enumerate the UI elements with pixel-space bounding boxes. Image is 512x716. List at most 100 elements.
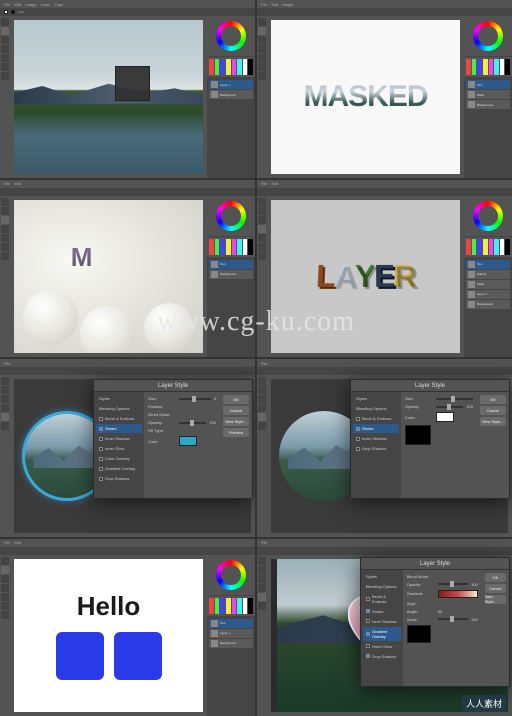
- opacity-slider[interactable]: [179, 422, 206, 424]
- ls-blending[interactable]: Blending Options: [96, 404, 142, 413]
- brush-tool[interactable]: [1, 54, 9, 62]
- ok-button[interactable]: OK: [480, 395, 506, 404]
- color-panel[interactable]: [207, 16, 255, 56]
- masked-text-layer[interactable]: MASKED: [303, 80, 427, 114]
- layer-row[interactable]: Layer 1: [466, 290, 510, 299]
- swatches-panel[interactable]: [464, 237, 512, 257]
- menu-item[interactable]: File: [261, 361, 267, 366]
- fg-swatch[interactable]: [4, 10, 8, 14]
- menu-item[interactable]: Layer: [40, 2, 50, 7]
- ls-inner-glow[interactable]: Inner Glow: [96, 444, 142, 453]
- menubar[interactable]: File Edit: [0, 539, 255, 547]
- layer-row[interactable]: Mask: [466, 280, 510, 289]
- blue-rect-1[interactable]: [56, 632, 104, 680]
- size-slider[interactable]: [436, 398, 473, 400]
- ls-stroke[interactable]: Stroke: [96, 424, 142, 433]
- ls-color-overlay[interactable]: Color Overlay: [96, 454, 142, 463]
- layers-panel[interactable]: Text Effects Mask Layer 1 Background: [464, 258, 512, 358]
- swatches-panel[interactable]: [207, 237, 255, 257]
- tools-panel[interactable]: [257, 16, 267, 178]
- tools-panel[interactable]: [0, 196, 10, 358]
- color-panel[interactable]: [464, 196, 512, 236]
- menu-item[interactable]: Edit: [271, 2, 278, 7]
- cancel-button[interactable]: Cancel: [480, 406, 506, 415]
- menu-item[interactable]: File: [261, 540, 267, 545]
- tools-panel[interactable]: [257, 375, 267, 537]
- layer-row[interactable]: Background: [209, 270, 253, 279]
- contour-preview[interactable]: [405, 425, 431, 445]
- options-bar[interactable]: [0, 547, 255, 555]
- ls-stroke[interactable]: Stroke: [363, 607, 401, 616]
- options-bar[interactable]: [257, 547, 512, 555]
- menu-item[interactable]: File: [4, 361, 10, 366]
- layer-row[interactable]: Background: [209, 639, 253, 648]
- cancel-button[interactable]: Cancel: [485, 584, 506, 593]
- blue-rect-2[interactable]: [114, 632, 162, 680]
- layer-style-dialog[interactable]: Layer Style Styles Blending Options Beve…: [360, 557, 510, 687]
- contour-preview[interactable]: [407, 625, 431, 643]
- layer-row[interactable]: Text: [209, 619, 253, 628]
- options-bar[interactable]: [257, 367, 512, 375]
- histogram-popup[interactable]: [115, 66, 150, 101]
- menubar[interactable]: File: [257, 539, 512, 547]
- layer-row[interactable]: Layer 1: [209, 80, 253, 89]
- effects-sidebar[interactable]: Styles Blending Options Bevel & Emboss S…: [94, 392, 144, 498]
- swatches-panel[interactable]: [207, 596, 255, 616]
- scale-slider[interactable]: [438, 618, 468, 620]
- lasso-tool[interactable]: [1, 36, 9, 44]
- menu-item[interactable]: Image: [25, 2, 36, 7]
- opacity-slider[interactable]: [438, 583, 468, 585]
- color-swatch[interactable]: [436, 412, 454, 422]
- layer-style-dialog[interactable]: Layer Style Styles Blending Options Beve…: [350, 379, 510, 499]
- menubar[interactable]: File: [257, 359, 512, 367]
- tools-panel[interactable]: [0, 375, 10, 537]
- menu-item[interactable]: File: [4, 2, 10, 7]
- ls-drop-shadow[interactable]: Drop Shadow: [96, 474, 142, 483]
- canvas[interactable]: Hello: [14, 559, 203, 713]
- menu-item[interactable]: Edit: [14, 181, 21, 186]
- layers-panel[interactable]: Text Layer 1 Background: [207, 617, 255, 716]
- ok-button[interactable]: OK: [485, 573, 506, 582]
- canvas[interactable]: [14, 20, 203, 174]
- hello-text-layer[interactable]: Hello: [77, 591, 141, 622]
- crop-tool[interactable]: [1, 45, 9, 53]
- bg-swatch[interactable]: [11, 10, 15, 14]
- menubar[interactable]: File Edit Image: [257, 0, 512, 8]
- tools-panel[interactable]: [0, 555, 10, 716]
- effects-sidebar[interactable]: Styles Blending Options Bevel & Emboss S…: [361, 570, 403, 686]
- menubar[interactable]: File Edit: [257, 180, 512, 188]
- menu-item[interactable]: Edit: [14, 2, 21, 7]
- color-panel[interactable]: [207, 555, 255, 595]
- ls-bevel[interactable]: Bevel & Emboss: [363, 592, 401, 606]
- ls-stroke[interactable]: Stroke: [353, 424, 399, 433]
- menu-item[interactable]: File: [4, 181, 10, 186]
- ls-drop-shadow[interactable]: Drop Shadow: [353, 444, 399, 453]
- menu-item[interactable]: File: [261, 181, 267, 186]
- menu-item[interactable]: Edit: [14, 540, 21, 545]
- ls-inner-shadow[interactable]: Inner Shadow: [96, 434, 142, 443]
- layers-panel[interactable]: Text Mask Background: [464, 78, 512, 178]
- ls-inner-shadow[interactable]: Inner Shadow: [363, 617, 401, 626]
- color-panel[interactable]: [207, 196, 255, 236]
- layer-row[interactable]: Background: [466, 100, 510, 109]
- menubar[interactable]: File Edit: [0, 180, 255, 188]
- type-tool[interactable]: [1, 72, 9, 80]
- ls-blending[interactable]: Blending Options: [363, 582, 401, 591]
- color-panel[interactable]: [464, 16, 512, 56]
- ls-styles[interactable]: Styles: [363, 572, 401, 581]
- color-swatch[interactable]: [179, 436, 197, 446]
- layer-row[interactable]: Layer 1: [209, 629, 253, 638]
- ls-bevel[interactable]: Bevel & Emboss: [96, 414, 142, 423]
- ls-styles[interactable]: Styles: [96, 394, 142, 403]
- layers-panel[interactable]: Layer 1 Background: [207, 78, 255, 178]
- ls-gradient-overlay[interactable]: Gradient Overlay: [96, 464, 142, 473]
- new-style-button[interactable]: New Style...: [480, 417, 506, 426]
- menu-item[interactable]: Image: [282, 2, 293, 7]
- layer-style-dialog[interactable]: Layer Style Styles Blending Options Beve…: [93, 379, 253, 499]
- layer-3d-text[interactable]: LAYER: [315, 258, 415, 294]
- size-slider[interactable]: [179, 398, 211, 400]
- tools-panel[interactable]: [257, 555, 267, 716]
- ls-gradient-overlay[interactable]: Gradient Overlay: [363, 627, 401, 641]
- ls-blending[interactable]: Blending Options: [353, 404, 399, 413]
- tools-panel[interactable]: [0, 16, 10, 178]
